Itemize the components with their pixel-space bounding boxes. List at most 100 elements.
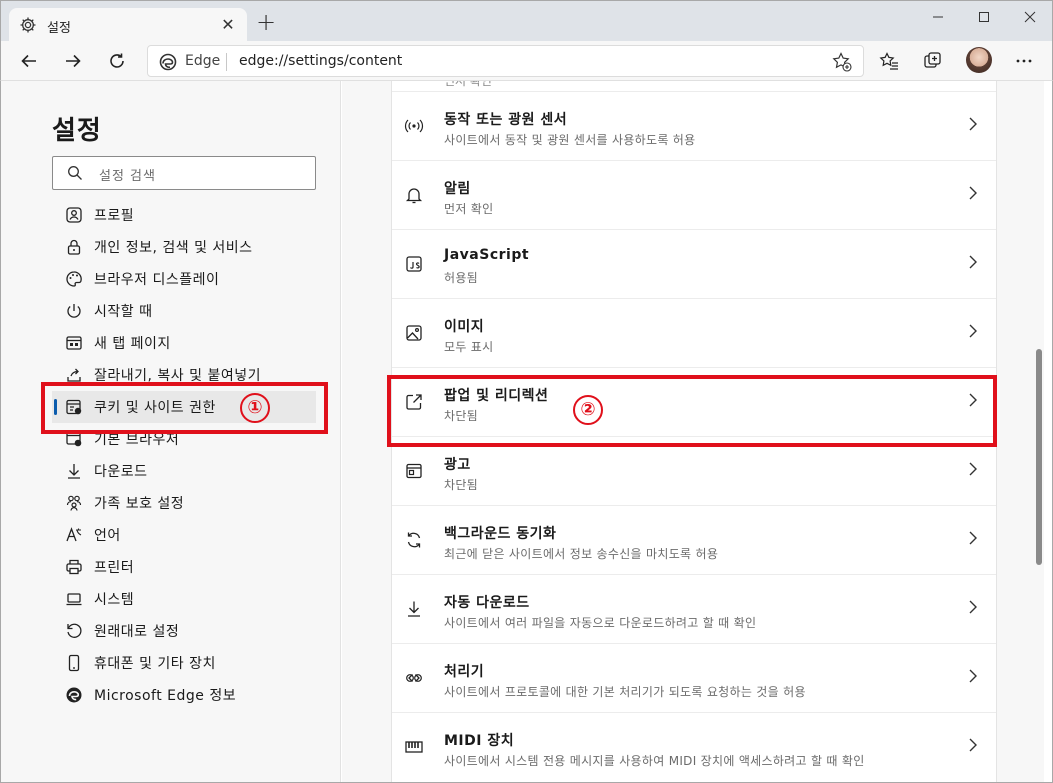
sidebar-item-about[interactable]: Microsoft Edge 정보 — [52, 679, 316, 711]
lock-icon — [64, 237, 84, 257]
sidebar-item-reset[interactable]: 원래대로 설정 — [52, 615, 316, 647]
address-bar[interactable]: Edge edge://settings/content — [147, 45, 864, 77]
laptop-icon — [64, 589, 84, 609]
sidebar-item-label: 언어 — [94, 528, 121, 544]
close-tab-icon[interactable]: ✕ — [217, 14, 239, 36]
edge-logo-icon — [159, 53, 177, 71]
chevron-right-icon — [969, 462, 977, 476]
sidebar-item-family[interactable]: 가족 보호 설정 — [52, 487, 316, 519]
setting-subtitle: 모두 표시 — [444, 340, 494, 354]
page-title: 설정 — [52, 116, 102, 146]
setting-subtitle: 사이트에서 여러 파일을 자동으로 다운로드하려고 할 때 확인 — [444, 616, 757, 630]
setting-subtitle: 사이트에서 프로토콜에 대한 기본 처리기가 되도록 요청하는 것을 허용 — [444, 685, 806, 699]
language-icon — [64, 525, 84, 545]
setting-row-handlers[interactable]: 처리기 사이트에서 프로토콜에 대한 기본 처리기가 되도록 요청하는 것을 허… — [392, 643, 996, 712]
setting-title: 처리기 — [444, 664, 485, 680]
new-tab-button[interactable]: + — [254, 10, 278, 35]
title-bar: 설정 ✕ + — [0, 0, 1053, 42]
divider — [226, 53, 227, 71]
favorites-button[interactable] — [875, 47, 903, 75]
chevron-right-icon — [969, 255, 977, 269]
setting-row-background-sync[interactable]: 백그라운드 동기화 최근에 닫은 사이트에서 정보 송수신을 마치도록 허용 — [392, 505, 996, 574]
sidebar-item-default-browser[interactable]: 기본 브라우저 — [52, 423, 316, 455]
scrollbar[interactable] — [1034, 81, 1044, 782]
sidebar-item-privacy[interactable]: 개인 정보, 검색 및 서비스 — [52, 231, 316, 263]
setting-row-midi[interactable]: MIDI 장치 사이트에서 시스템 전용 메시지를 사용하여 MIDI 장치에 … — [392, 712, 996, 781]
partial-item-text: 먼저 확인 — [444, 81, 492, 88]
site-permissions-list: 먼저 확인 동작 또는 광원 센서 사이트에서 동작 및 광원 센서를 사용하도… — [391, 81, 997, 782]
setting-row-popups[interactable]: 팝업 및 리디렉션 차단됨 — [392, 367, 996, 436]
chevron-right-icon — [969, 186, 977, 200]
settings-search-input[interactable]: 설정 검색 — [52, 156, 316, 190]
sidebar-item-downloads[interactable]: 다운로드 — [52, 455, 316, 487]
bell-icon — [404, 185, 424, 205]
sensor-icon — [404, 116, 424, 136]
settings-page: 설정 설정 검색 프로필 개인 정보, 검색 및 서비스 브라우저 디스플레이 … — [0, 81, 1053, 783]
sidebar-item-label: 원래대로 설정 — [94, 624, 180, 640]
minimize-button[interactable] — [915, 1, 961, 33]
chevron-right-icon — [969, 324, 977, 338]
sidebar-item-label: 브라우저 디스플레이 — [94, 272, 220, 288]
close-window-button[interactable] — [1007, 1, 1053, 33]
profile-avatar[interactable] — [966, 47, 992, 73]
setting-subtitle: 차단됨 — [444, 409, 479, 423]
gear-icon — [20, 17, 36, 33]
url-text[interactable]: edge://settings/content — [239, 53, 402, 69]
chevron-right-icon — [969, 393, 977, 407]
sidebar-item-label: 다운로드 — [94, 464, 148, 480]
setting-row-ads[interactable]: 광고 차단됨 — [392, 436, 996, 505]
sidebar-item-languages[interactable]: 언어 — [52, 519, 316, 551]
chevron-right-icon — [969, 669, 977, 683]
forward-button[interactable] — [59, 47, 87, 75]
image-icon — [404, 323, 424, 343]
back-button[interactable] — [15, 47, 43, 75]
navigation-toolbar: Edge edge://settings/content — [0, 41, 1053, 81]
ads-icon — [404, 461, 424, 481]
sidebar-item-printers[interactable]: 프린터 — [52, 551, 316, 583]
sidebar-item-appearance[interactable]: 브라우저 디스플레이 — [52, 263, 316, 295]
sidebar-item-cookies[interactable]: 쿠키 및 사이트 권한 — [52, 391, 316, 423]
sidebar-item-label: 쿠키 및 사이트 권한 — [94, 400, 216, 416]
setting-title: 자동 다운로드 — [444, 595, 530, 611]
maximize-button[interactable] — [961, 1, 1007, 33]
new-tab-page-icon — [64, 333, 84, 353]
chevron-right-icon — [969, 531, 977, 545]
sidebar-item-share[interactable]: 잘라내기, 복사 및 붙여넣기 — [52, 359, 316, 391]
setting-subtitle: 사이트에서 동작 및 광원 센서를 사용하도록 허용 — [444, 133, 696, 147]
collections-button[interactable] — [919, 47, 947, 75]
popup-icon — [404, 392, 424, 412]
add-favorite-icon[interactable] — [831, 51, 853, 73]
sidebar-item-system[interactable]: 시스템 — [52, 583, 316, 615]
sidebar-item-profile[interactable]: 프로필 — [52, 199, 316, 231]
tab-title: 설정 — [47, 21, 71, 36]
minimize-icon — [933, 16, 943, 18]
share-icon — [64, 365, 84, 385]
reset-icon — [64, 621, 84, 641]
midi-icon — [404, 737, 424, 757]
setting-title: 광고 — [444, 457, 471, 473]
sidebar-item-label: Microsoft Edge 정보 — [94, 688, 237, 704]
refresh-button[interactable] — [103, 47, 131, 75]
setting-row-sensors[interactable]: 동작 또는 광원 센서 사이트에서 동작 및 광원 센서를 사용하도록 허용 — [392, 91, 996, 160]
sidebar-item-new-tab[interactable]: 새 탭 페이지 — [52, 327, 316, 359]
phone-icon — [64, 653, 84, 673]
setting-row-auto-downloads[interactable]: 자동 다운로드 사이트에서 여러 파일을 자동으로 다운로드하려고 할 때 확인 — [392, 574, 996, 643]
tab-settings[interactable]: 설정 ✕ — [9, 8, 247, 42]
edge-label: Edge — [185, 53, 221, 69]
download-icon — [64, 461, 84, 481]
setting-row-javascript[interactable]: JavaScript 허용됨 — [392, 229, 996, 298]
setting-title: MIDI 장치 — [444, 733, 515, 749]
collections-icon — [924, 52, 941, 68]
scrollbar-thumb[interactable] — [1036, 349, 1042, 565]
power-icon — [64, 301, 84, 321]
default-browser-icon — [64, 429, 84, 449]
setting-row-notifications[interactable]: 알림 먼저 확인 — [392, 160, 996, 229]
chevron-right-icon — [969, 738, 977, 752]
setting-subtitle: 최근에 닫은 사이트에서 정보 송수신을 마치도록 허용 — [444, 547, 719, 561]
sidebar-item-label: 개인 정보, 검색 및 서비스 — [94, 240, 253, 256]
sidebar-item-phone[interactable]: 휴대폰 및 기타 장치 — [52, 647, 316, 679]
sidebar-item-startup[interactable]: 시작할 때 — [52, 295, 316, 327]
more-menu-button[interactable] — [1010, 47, 1038, 75]
setting-subtitle: 허용됨 — [444, 271, 479, 285]
setting-row-images[interactable]: 이미지 모두 표시 — [392, 298, 996, 367]
